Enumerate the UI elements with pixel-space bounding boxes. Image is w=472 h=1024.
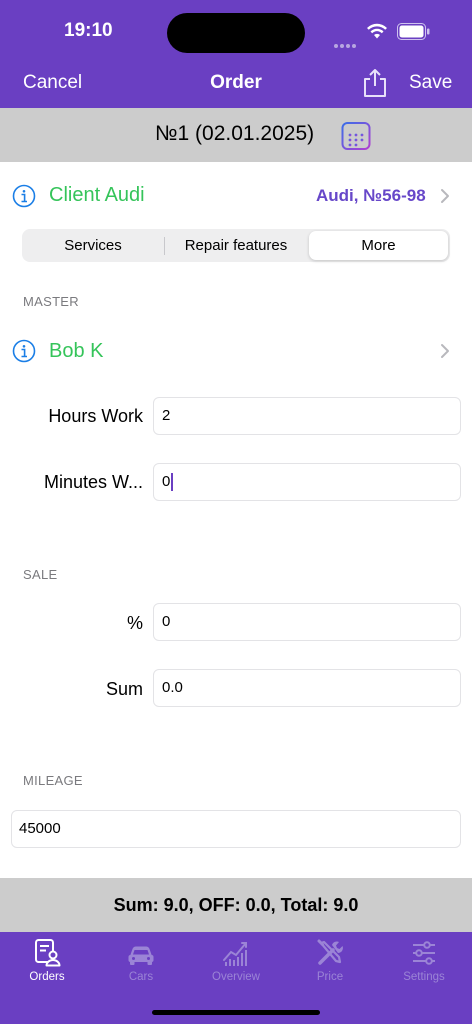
info-icon[interactable]	[12, 184, 36, 208]
sale-percent-label: %	[126, 613, 143, 633]
client-label[interactable]: Client Audi	[49, 184, 145, 207]
minutes-work-label: Minutes W...	[43, 472, 143, 492]
battery-icon	[397, 23, 430, 40]
minutes-work-input[interactable]: 0	[153, 463, 461, 501]
sale-sum-input[interactable]: 0.0	[153, 669, 461, 707]
sliders-icon	[413, 941, 435, 965]
tab-label: Price	[316, 971, 344, 983]
order-header: №1 (02.01.2025)	[0, 108, 472, 162]
tab-cars[interactable]: Cars	[94, 932, 188, 992]
calendar-icon[interactable]	[341, 119, 371, 151]
tab-price[interactable]: Price	[283, 932, 377, 992]
sale-percent-input[interactable]: 0	[153, 603, 461, 641]
signal-icon	[334, 35, 358, 48]
sale-sum-label: Sum	[105, 679, 143, 699]
totals-text: Sum: 9.0, OFF: 0.0, Total: 9.0	[113, 895, 359, 915]
sale-section-header: SALE	[23, 567, 58, 582]
totals-bar: Sum: 9.0, OFF: 0.0, Total: 9.0	[0, 878, 472, 932]
orders-icon	[35, 939, 61, 967]
chevron-right-icon[interactable]	[440, 188, 450, 204]
client-car-value[interactable]: Audi, №56-98	[316, 186, 426, 206]
share-icon[interactable]	[362, 68, 388, 98]
segmented-control: Services Repair features More	[22, 229, 450, 262]
save-button[interactable]: Save	[409, 72, 452, 94]
hours-work-label: Hours Work	[48, 406, 143, 426]
home-indicator[interactable]	[152, 1010, 320, 1015]
status-time: 19:10	[64, 20, 113, 41]
wifi-icon	[367, 23, 387, 39]
car-icon	[128, 946, 154, 965]
chevron-right-icon[interactable]	[440, 343, 450, 359]
info-icon[interactable]	[12, 339, 36, 363]
tab-label: Overview	[212, 971, 260, 983]
tab-overview[interactable]: Overview	[189, 932, 283, 992]
segment-more[interactable]: More	[309, 231, 448, 260]
tab-label: Settings	[403, 971, 445, 983]
mileage-section-header: MILEAGE	[23, 773, 83, 788]
segment-repair-features[interactable]: Repair features	[165, 229, 307, 262]
tab-orders[interactable]: Orders	[0, 932, 94, 992]
top-bar: 19:10 Cancel Order Save	[0, 0, 472, 108]
tab-label: Cars	[128, 971, 154, 983]
tools-icon	[317, 939, 343, 965]
dynamic-island	[167, 13, 305, 53]
hours-work-input[interactable]: 2	[153, 397, 461, 435]
chart-icon	[223, 942, 247, 966]
cancel-button[interactable]: Cancel	[23, 72, 82, 94]
master-name[interactable]: Bob K	[49, 340, 103, 363]
mileage-input[interactable]: 45000	[11, 810, 461, 848]
segment-services[interactable]: Services	[22, 229, 164, 262]
tab-settings[interactable]: Settings	[377, 932, 471, 992]
minutes-work-value: 0	[162, 473, 171, 490]
master-section-header: MASTER	[23, 294, 79, 309]
tab-label: Orders	[29, 971, 65, 983]
text-caret	[171, 473, 174, 492]
order-title: №1 (02.01.2025)	[155, 122, 315, 145]
